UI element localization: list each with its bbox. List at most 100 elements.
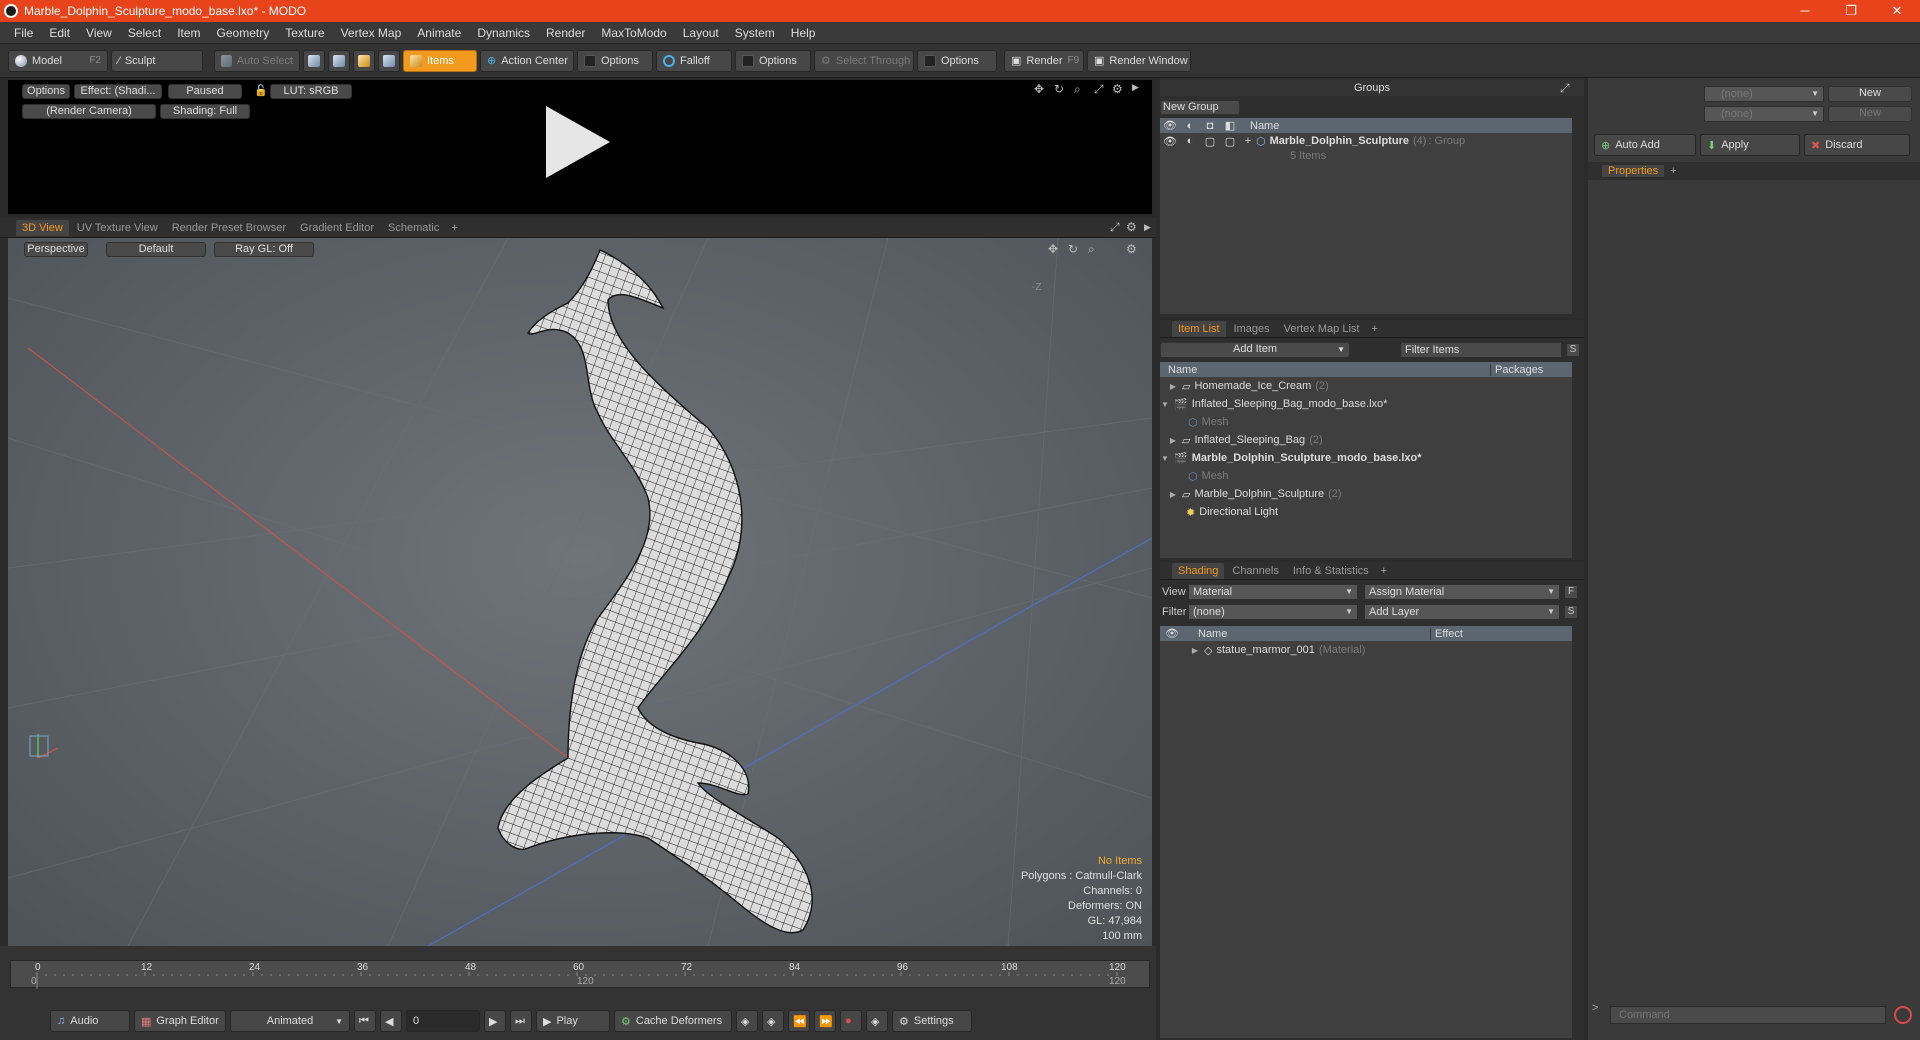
new-pass-group-button[interactable]: New bbox=[1828, 86, 1912, 102]
shading-s-button[interactable]: S bbox=[1564, 605, 1578, 619]
menu-geometry[interactable]: Geometry bbox=[209, 26, 278, 40]
discard-button[interactable]: ✖ Discard bbox=[1804, 134, 1910, 156]
menu-maxtomodo[interactable]: MaxToModo bbox=[593, 26, 674, 40]
play-button[interactable]: ▶ Play bbox=[536, 1010, 610, 1032]
item-row-directional-light[interactable]: ✹ Directional Light bbox=[1160, 503, 1572, 521]
vertices-mode-button[interactable] bbox=[303, 49, 325, 72]
timeline-ruler[interactable]: 0 12 24 36 48 60 72 84 96 108 120 0 120 … bbox=[10, 960, 1150, 989]
item-row-dolphin[interactable]: ▶ ▱ Marble_Dolphin_Sculpture (2) bbox=[1160, 485, 1572, 503]
menu-texture[interactable]: Texture bbox=[277, 26, 332, 40]
group-lock-icon[interactable]: ▢ bbox=[1200, 135, 1220, 148]
tab-render-preset-browser[interactable]: Render Preset Browser bbox=[166, 220, 292, 236]
key-tool-button-3[interactable]: ⏪ bbox=[788, 1010, 810, 1032]
item-row-mesh-1[interactable]: ⬡ Mesh bbox=[1160, 413, 1572, 431]
model-mode-button[interactable]: Model F2 bbox=[8, 49, 108, 72]
new-pass-button[interactable]: New bbox=[1828, 106, 1912, 122]
auto-select-button[interactable]: Auto Select bbox=[214, 49, 300, 72]
lock-icon[interactable]: 🔓 bbox=[254, 84, 268, 97]
viewport-rotate-icon[interactable]: ↻ bbox=[1068, 242, 1078, 256]
lock-toggle-icon[interactable]: ◘ bbox=[1200, 120, 1220, 132]
assign-material-dropdown[interactable]: Assign Material ▼ bbox=[1364, 584, 1560, 600]
menu-item[interactable]: Item bbox=[169, 26, 208, 40]
menu-dynamics[interactable]: Dynamics bbox=[469, 26, 538, 40]
group-select-icon[interactable]: ▢ bbox=[1220, 135, 1240, 148]
auto-add-button[interactable]: ⊕ Auto Add bbox=[1594, 134, 1696, 156]
menu-view[interactable]: View bbox=[78, 26, 120, 40]
preview-expand-icon[interactable]: ▶ bbox=[1132, 82, 1139, 93]
preview-zoom-icon[interactable]: ⌕ bbox=[1074, 82, 1081, 97]
preview-maximize-icon[interactable]: ⤢ bbox=[1094, 82, 1104, 97]
shading-f-button[interactable]: F bbox=[1564, 585, 1578, 599]
key-tool-button-1[interactable]: ◈ bbox=[736, 1010, 758, 1032]
tab-vertex-map-list[interactable]: Vertex Map List bbox=[1278, 321, 1366, 337]
menu-file[interactable]: File bbox=[6, 26, 41, 40]
viewport-3d[interactable]: Perspective Default Ray GL: Off -Z ✥ ↻ ⌕… bbox=[8, 238, 1152, 946]
menu-system[interactable]: System bbox=[727, 26, 783, 40]
audio-button[interactable]: ♫ Audio bbox=[50, 1010, 130, 1032]
item-row-sleeping-bag[interactable]: ▶ ▱ Inflated_Sleeping_Bag (2) bbox=[1160, 431, 1572, 449]
preview-pan-icon[interactable]: ✥ bbox=[1034, 82, 1044, 96]
group-expand-icon[interactable]: + bbox=[1240, 135, 1256, 147]
menu-edit[interactable]: Edit bbox=[41, 26, 78, 40]
item-row-mesh-2[interactable]: ⬡ Mesh bbox=[1160, 467, 1572, 485]
menu-vertex-map[interactable]: Vertex Map bbox=[333, 26, 410, 40]
menu-render[interactable]: Render bbox=[538, 26, 593, 40]
close-button[interactable]: ✕ bbox=[1874, 0, 1920, 22]
item-row-dolphin-scene[interactable]: ▼ 🎬 Marble_Dolphin_Sculpture_modo_base.l… bbox=[1160, 449, 1572, 467]
viewport-maximize-icon[interactable]: ⤢ bbox=[1110, 220, 1120, 235]
key-tool-button-2[interactable]: ◈ bbox=[762, 1010, 784, 1032]
minimize-button[interactable]: ─ bbox=[1782, 0, 1828, 22]
expand-icon[interactable]: ▶ bbox=[1168, 490, 1178, 499]
expand-icon[interactable]: ▶ bbox=[1168, 382, 1178, 391]
material-row[interactable]: ▶ ◇ statue_marmor_001 (Material) bbox=[1160, 641, 1572, 659]
render-toggle-icon[interactable]: ◐ bbox=[1180, 120, 1200, 132]
items-mode-button[interactable]: Items bbox=[403, 49, 477, 72]
menu-help[interactable]: Help bbox=[783, 26, 824, 40]
preview-shading-dropdown[interactable]: Shading: Full bbox=[160, 104, 250, 119]
menu-select[interactable]: Select bbox=[120, 26, 169, 40]
group-row[interactable]: 👁 ◐ ▢ ▢ + ⬡ Marble_Dolphin_Sculpture (4)… bbox=[1160, 133, 1572, 149]
tab-channels[interactable]: Channels bbox=[1226, 563, 1284, 579]
default-view-dropdown[interactable]: Default bbox=[106, 242, 206, 257]
filter-items-input[interactable]: Filter Items bbox=[1400, 342, 1562, 358]
menu-animate[interactable]: Animate bbox=[409, 26, 469, 40]
graph-editor-button[interactable]: ▦ Graph Editor bbox=[134, 1010, 226, 1032]
render-window-button[interactable]: ▣ Render Window bbox=[1087, 49, 1191, 72]
play-preview-button[interactable] bbox=[546, 106, 610, 181]
collapse-icon[interactable]: ▼ bbox=[1160, 400, 1170, 409]
tab-shading[interactable]: Shading bbox=[1172, 562, 1225, 579]
record-button[interactable]: ● bbox=[840, 1010, 862, 1032]
pass-groups-dropdown[interactable]: (none) ▼ bbox=[1704, 86, 1824, 102]
item-list-s-button[interactable]: S bbox=[1566, 343, 1580, 357]
viewport-zoom-icon[interactable]: ⌕ bbox=[1088, 242, 1095, 257]
restore-button[interactable]: ❐ bbox=[1828, 0, 1874, 22]
tab-properties[interactable]: Properties bbox=[1602, 165, 1665, 177]
visibility-eye-icon[interactable]: 👁 bbox=[1160, 119, 1180, 132]
tab-item-list[interactable]: Item List bbox=[1172, 320, 1226, 337]
viewport-tab-gear-icon[interactable]: ⚙ bbox=[1126, 220, 1137, 234]
tab-schematic[interactable]: Schematic bbox=[382, 220, 445, 236]
tab-info-statistics[interactable]: Info & Statistics bbox=[1287, 563, 1375, 579]
add-tab-icon[interactable]: + bbox=[1377, 565, 1391, 577]
perspective-dropdown[interactable]: Perspective bbox=[24, 242, 88, 257]
preview-camera-dropdown[interactable]: (Render Camera) bbox=[22, 104, 156, 119]
add-layer-dropdown[interactable]: Add Layer ▼ bbox=[1364, 604, 1560, 620]
tab-3d-view[interactable]: 3D View bbox=[16, 219, 69, 236]
edges-mode-button[interactable] bbox=[328, 49, 350, 72]
viewport-pan-icon[interactable]: ✥ bbox=[1048, 242, 1058, 256]
tab-images[interactable]: Images bbox=[1228, 321, 1276, 337]
viewport-gear-icon[interactable]: ⚙ bbox=[1126, 242, 1137, 256]
action-center-button[interactable]: ⊕ Action Center bbox=[480, 49, 574, 72]
action-center-options-button[interactable]: Options bbox=[577, 49, 653, 72]
view-dropdown[interactable]: Material ▼ bbox=[1188, 584, 1358, 600]
cache-deformers-button[interactable]: ⚙ Cache Deformers bbox=[614, 1010, 732, 1032]
polygons-mode-button[interactable] bbox=[353, 49, 375, 72]
raygl-toggle[interactable]: Ray GL: Off bbox=[214, 242, 314, 257]
select-through-button[interactable]: ⚙ Select Through bbox=[814, 49, 914, 72]
tab-uv-texture-view[interactable]: UV Texture View bbox=[71, 220, 164, 236]
item-row-sleeping-bag-scene[interactable]: ▼ 🎬 Inflated_Sleeping_Bag_modo_base.lxo* bbox=[1160, 395, 1572, 413]
animated-dropdown[interactable]: Animated ▼ bbox=[230, 1010, 350, 1032]
select-through-options-button[interactable]: Options bbox=[917, 49, 997, 72]
falloff-button[interactable]: Falloff bbox=[656, 49, 732, 72]
groups-maximize-icon[interactable]: ⤢ bbox=[1560, 81, 1570, 96]
